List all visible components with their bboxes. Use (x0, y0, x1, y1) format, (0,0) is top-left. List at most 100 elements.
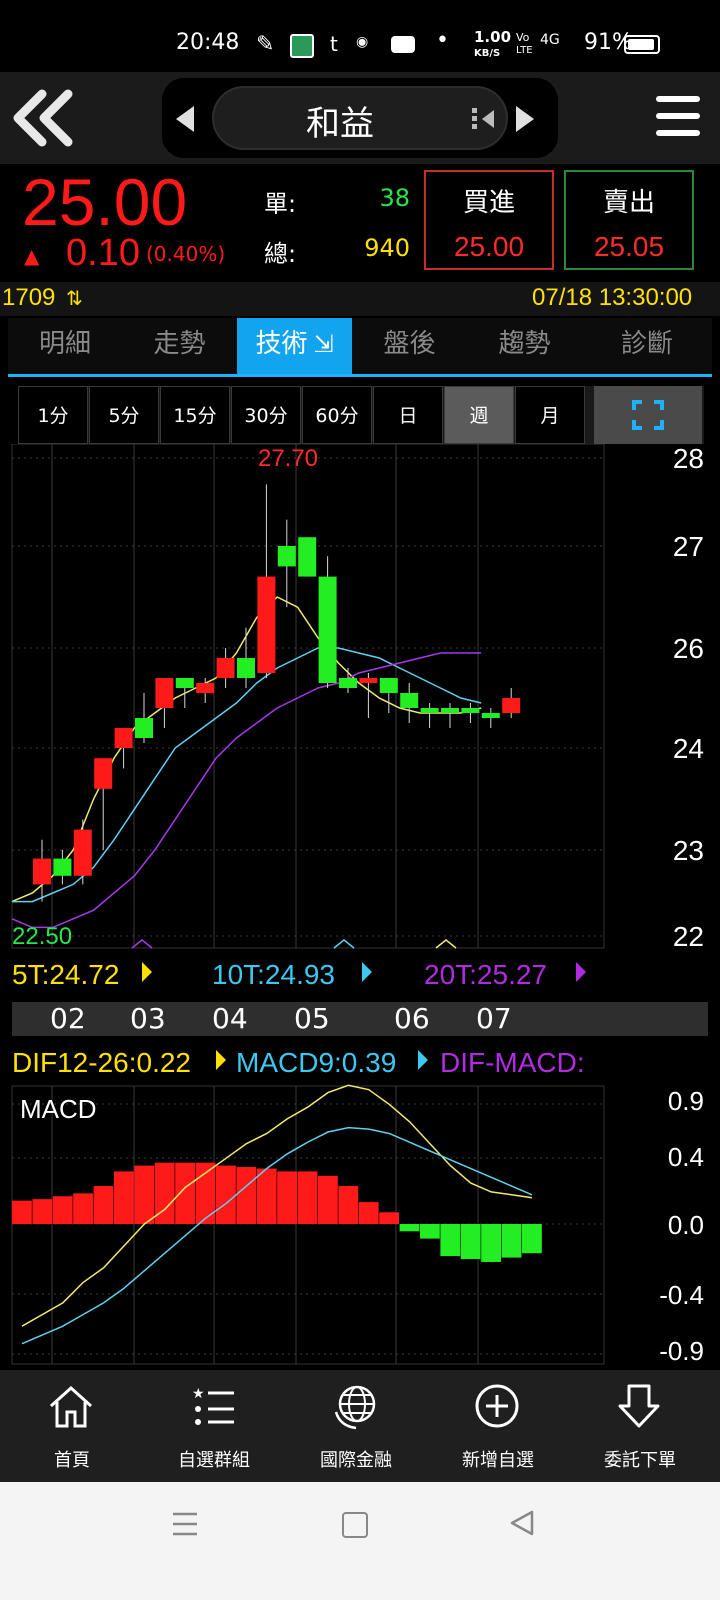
tab-trend[interactable]: 走勢 (122, 318, 237, 374)
nav-watchlist-groups[interactable]: ★ 自選群組 (142, 1370, 286, 1482)
candle-body (216, 658, 235, 678)
home-icon (49, 1385, 93, 1428)
ma5-legend: 5T:24.72 (12, 959, 119, 990)
price-chart[interactable]: 27.70 22.50 28 27 26 24 23 22 5T:24.72 1… (0, 444, 720, 1000)
tab-technical[interactable]: 技術 ⇲ (237, 318, 352, 374)
y-tick: 0.9 (668, 1086, 704, 1116)
period-selector: 1分 5分 15分 30分 60分 日 週 月 (18, 386, 704, 444)
candle-body (175, 678, 194, 688)
tab-trend-analysis[interactable]: 趨勢 (467, 318, 582, 374)
x-tick: 07 (476, 1002, 512, 1035)
ma5-arrow-icon (142, 962, 152, 982)
system-nav-bar (0, 1482, 720, 1600)
volte-indicator: Vo LTE (516, 31, 533, 57)
candle-body (400, 693, 419, 708)
double-chevron-left-icon[interactable] (10, 88, 74, 148)
youtube-icon (391, 36, 415, 53)
osc-bar (358, 1202, 379, 1224)
buy-button[interactable]: 買進 25.00 (424, 170, 554, 270)
period-1min[interactable]: 1分 (18, 386, 88, 444)
osc-bar (440, 1224, 461, 1257)
x-tick: 04 (212, 1002, 248, 1035)
back-system-icon[interactable] (510, 1510, 534, 1536)
nav-add-watchlist[interactable]: 新增自選 (426, 1370, 570, 1482)
quote-datetime: 07/18 13:30:00 (532, 284, 693, 311)
osc-bar (399, 1224, 420, 1232)
period-15min[interactable]: 15分 (160, 386, 230, 444)
tab-after-hours[interactable]: 盤後 (352, 318, 467, 374)
period-month[interactable]: 月 (515, 386, 585, 444)
osc-bar (318, 1175, 338, 1224)
y-tick: -0.9 (659, 1336, 704, 1366)
x-tick: 02 (50, 1002, 86, 1035)
stock-code: 1709 (2, 284, 56, 311)
nav-label: 自選群組 (178, 1450, 250, 1471)
menu-icon[interactable] (656, 96, 700, 140)
home-system-icon[interactable] (342, 1512, 368, 1538)
candle-body (277, 546, 296, 567)
candle-body (33, 858, 51, 885)
up-arrow-icon: ▲ (24, 244, 40, 268)
osc-legend: DIF-MACD: (440, 1047, 585, 1078)
stock-name: 和益 (306, 104, 374, 144)
osc-bar (420, 1224, 440, 1239)
dot-icon: • (436, 28, 449, 53)
osc-bar (460, 1224, 481, 1260)
macd-title: MACD (20, 1094, 97, 1124)
ma20-legend: 20T:25.27 (424, 959, 547, 990)
signal-icon: 4G (540, 32, 560, 48)
tab-diagnosis[interactable]: 診斷 (582, 318, 712, 374)
candle-body (298, 537, 317, 577)
osc-bar (481, 1224, 501, 1262)
app-header: 和益 (0, 72, 720, 164)
next-stock-icon[interactable] (514, 106, 536, 132)
plus-circle-icon (475, 1384, 519, 1428)
candle (298, 537, 317, 577)
fullscreen-button[interactable] (594, 386, 702, 444)
osc-bar (277, 1171, 297, 1224)
expand-icon (632, 400, 664, 430)
sell-label: 賣出 (602, 188, 655, 218)
candle-body (461, 708, 480, 713)
nav-label: 委託下單 (604, 1450, 676, 1471)
candle-body (53, 858, 72, 876)
osc-bar (379, 1212, 399, 1224)
osc-bar (12, 1200, 32, 1224)
y-tick: 22 (673, 921, 704, 952)
prev-stock-icon[interactable] (174, 106, 196, 132)
net-speed: 1.00 KB/S (474, 28, 512, 60)
nav-international-finance[interactable]: 國際金融 (284, 1370, 428, 1482)
candle-body (359, 678, 378, 683)
period-5min[interactable]: 5分 (89, 386, 159, 444)
sell-price: 25.05 (593, 231, 665, 262)
single-volume-label: 單: (264, 190, 297, 218)
candle-body (237, 658, 255, 678)
tab-detail[interactable]: 明細 (8, 318, 122, 374)
macd-chart[interactable]: DIF12-26:0.22 MACD9:0.39 DIF-MACD: MACD … (0, 1036, 720, 1368)
x-axis-bar: 02 03 04 05 06 07 (12, 1002, 708, 1036)
stock-selector[interactable]: 和益 (212, 86, 508, 150)
sell-button[interactable]: 賣出 25.05 (564, 170, 694, 270)
period-day[interactable]: 日 (373, 386, 443, 444)
sort-arrows-icon[interactable]: ⇅ (66, 286, 83, 311)
app-notification-icon (290, 34, 314, 58)
reorder-icon[interactable] (470, 106, 496, 132)
osc-bar (93, 1186, 114, 1224)
period-30min[interactable]: 30分 (231, 386, 301, 444)
low-price-label: 22.50 (12, 923, 72, 950)
nav-home[interactable]: 首頁 (0, 1370, 144, 1482)
nav-place-order[interactable]: 委託下單 (568, 1370, 712, 1482)
status-bar: 20:48 ✎ t ◉ • 1.00 KB/S Vo LTE 4G 91% (0, 0, 720, 72)
tab-bar: 明細 走勢 技術 ⇲ 盤後 趨勢 診斷 (8, 318, 712, 377)
x-tick: 06 (394, 1002, 430, 1035)
battery-icon (624, 35, 660, 54)
osc-bar (32, 1199, 53, 1224)
x-tick: 03 (130, 1002, 166, 1035)
period-60min[interactable]: 60分 (302, 386, 372, 444)
period-week[interactable]: 週 (444, 386, 514, 444)
x-tick: 05 (294, 1002, 330, 1035)
y-tick: 23 (673, 835, 704, 866)
osc-bar (216, 1165, 236, 1224)
buy-label: 買進 (462, 188, 515, 218)
recent-apps-icon[interactable] (172, 1512, 198, 1536)
